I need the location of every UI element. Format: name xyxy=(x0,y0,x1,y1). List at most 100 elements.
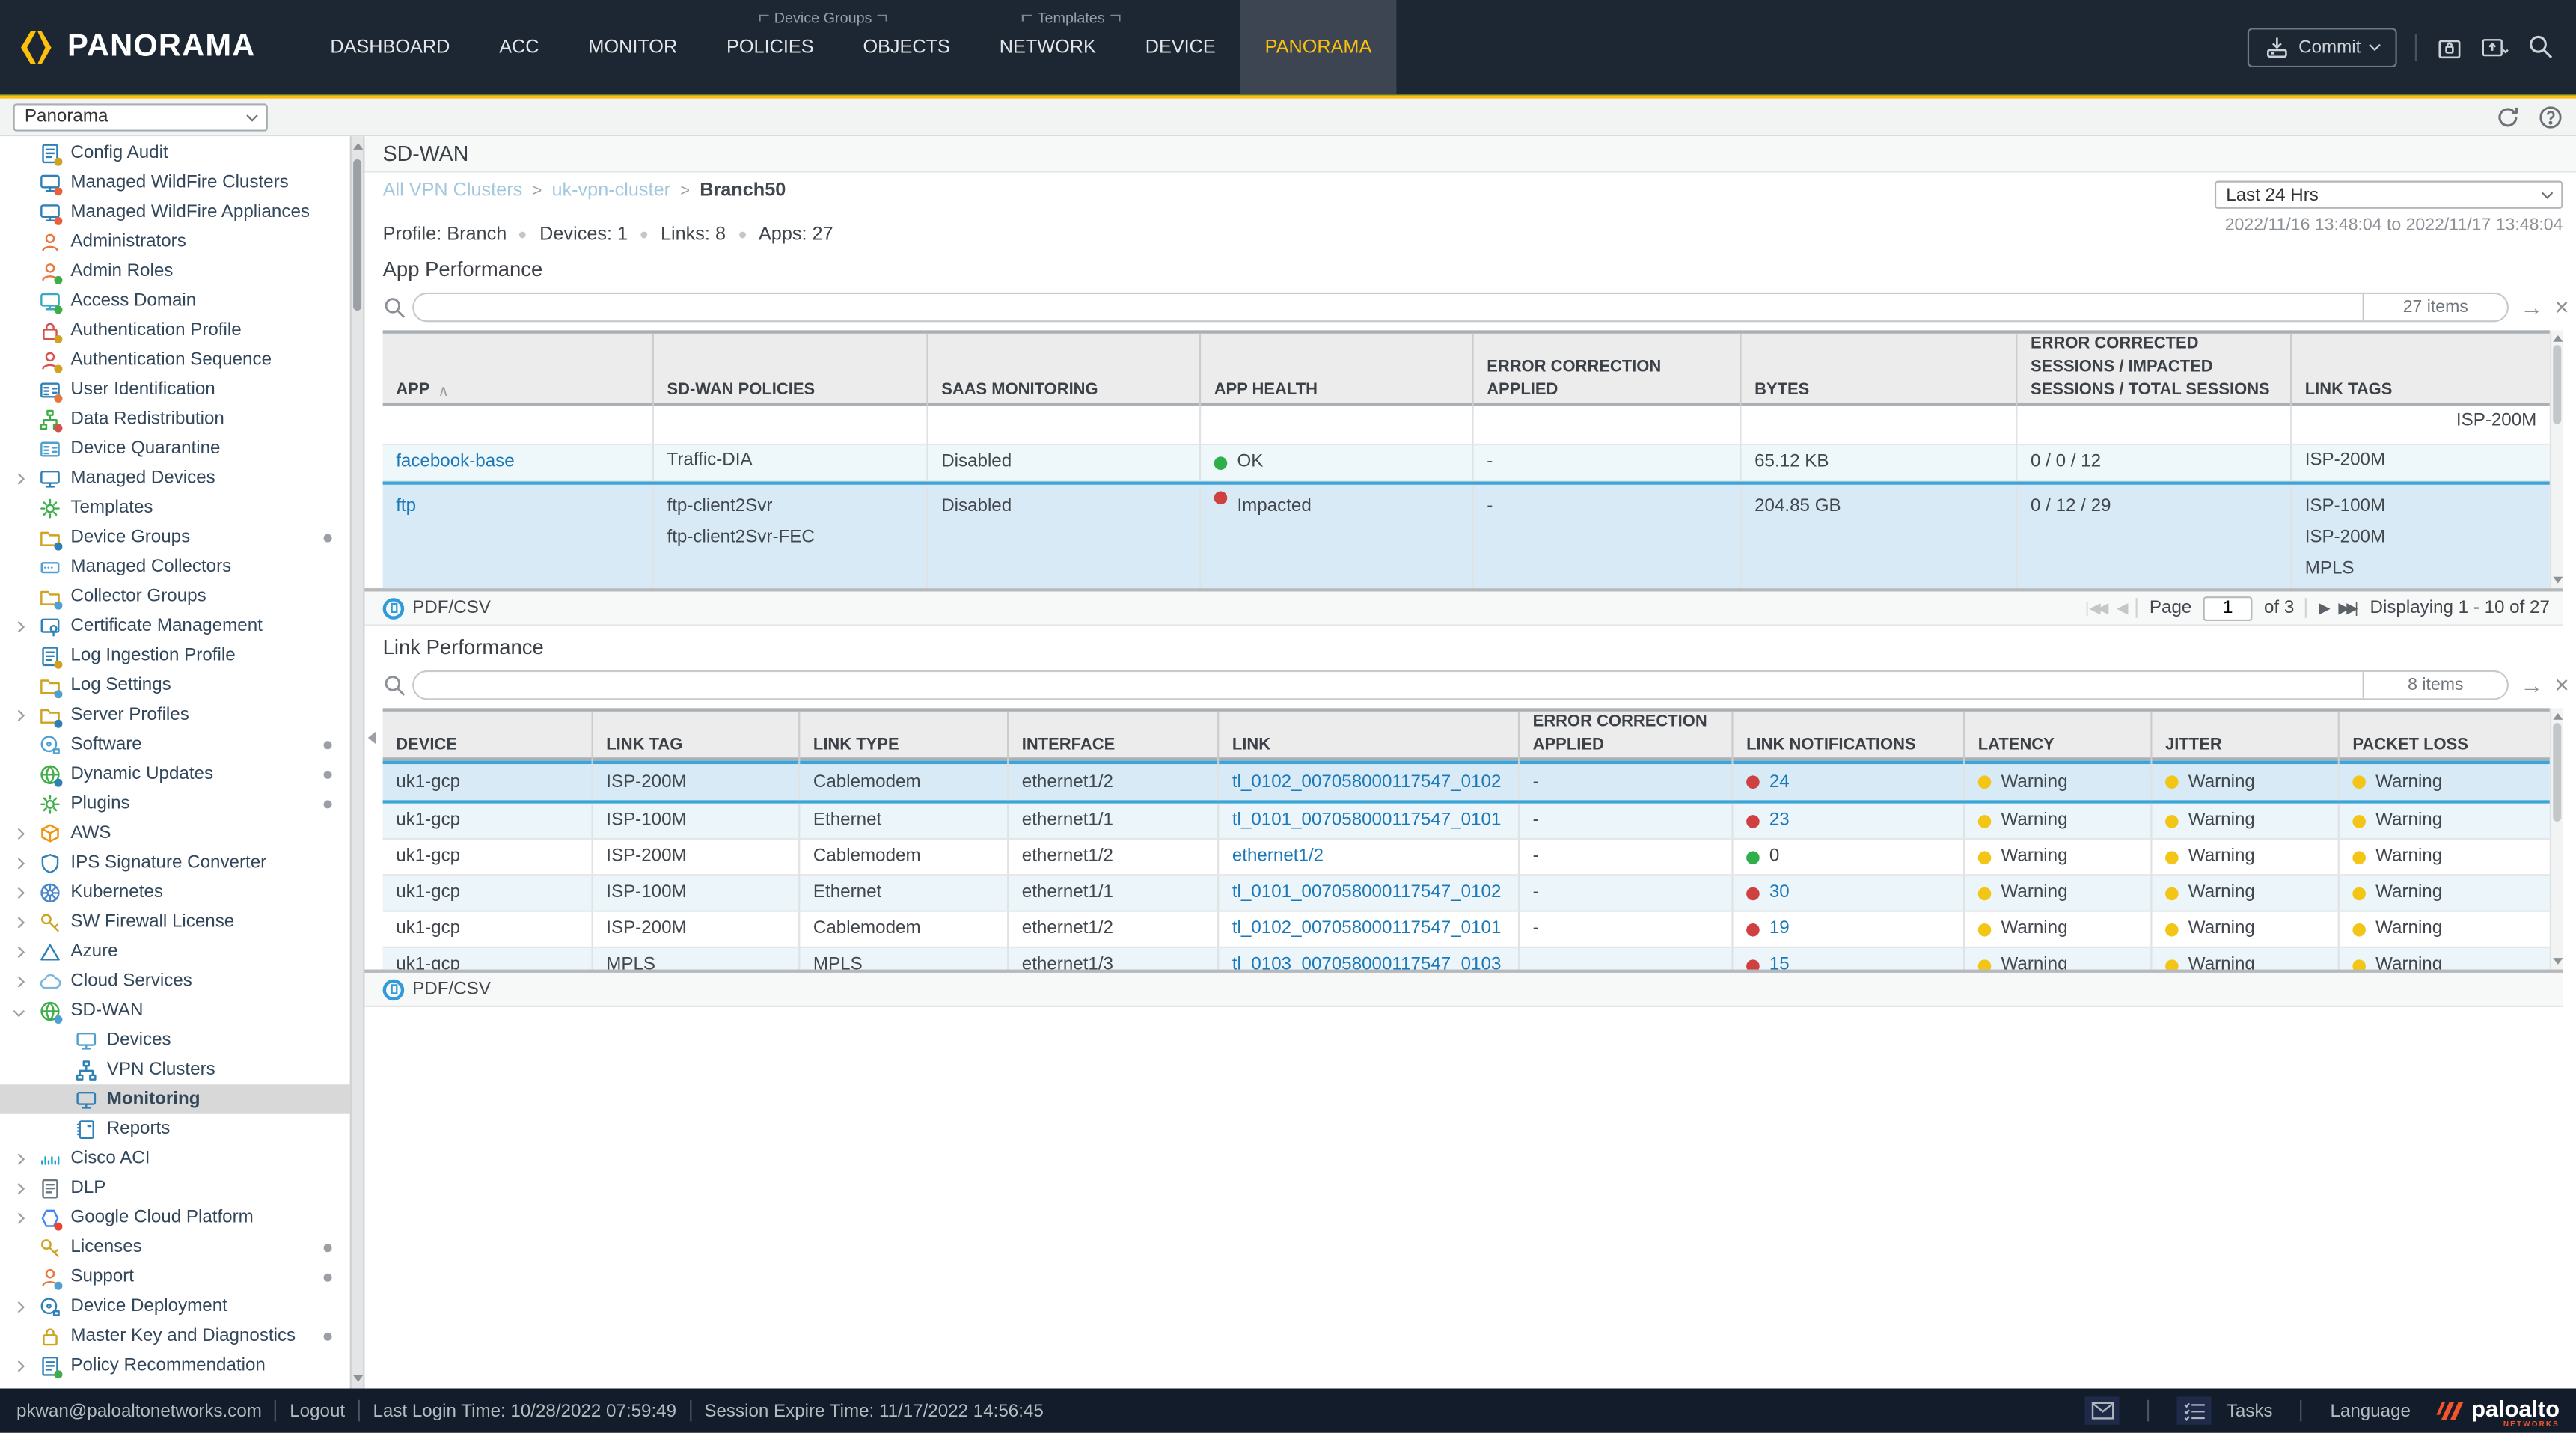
breadcrumb-uk-vpn-cluster[interactable]: uk-vpn-cluster xyxy=(551,181,670,201)
page-number-input[interactable] xyxy=(2203,596,2253,620)
sidebar-item-administrators[interactable]: Administrators xyxy=(0,227,350,257)
sidebar-item-reports[interactable]: Reports xyxy=(0,1114,350,1144)
apply-filter-icon[interactable]: → xyxy=(2520,296,2543,319)
sidebar-item-dynamic-updates[interactable]: Dynamic Updates xyxy=(0,759,350,789)
chevron-right-icon[interactable] xyxy=(13,709,25,721)
column-header-error-correction-applied[interactable]: ERROR CORRECTION APPLIED xyxy=(1520,712,1733,769)
sidebar-item-managed-devices[interactable]: Managed Devices xyxy=(0,463,350,493)
sidebar-item-collector-groups[interactable]: Collector Groups xyxy=(0,581,350,611)
column-header-link-notifications[interactable]: LINK NOTIFICATIONS xyxy=(1734,712,1965,769)
sidebar-item-vpn-clusters[interactable]: VPN Clusters xyxy=(0,1055,350,1085)
sidebar-item-managed-wildfire-clusters[interactable]: Managed WildFire Clusters xyxy=(0,168,350,198)
column-header-packet-loss[interactable]: PACKET LOSS xyxy=(2340,712,2550,769)
time-range-select[interactable]: Last 24 Hrs xyxy=(2215,181,2563,209)
column-header-link-tag[interactable]: LINK TAG xyxy=(593,712,801,769)
scrollbar-thumb[interactable] xyxy=(2553,345,2561,424)
link-link[interactable]: tl_0101_007058000117547_0101 xyxy=(1232,805,1502,837)
sidebar-item-master-key-and-diagnostics[interactable]: Master Key and Diagnostics xyxy=(0,1321,350,1351)
help-icon[interactable] xyxy=(2536,103,2563,129)
table-row[interactable]: ISP-200M xyxy=(383,406,2550,445)
sidebar-scrollbar[interactable] xyxy=(350,136,365,1388)
link-link[interactable]: ethernet1/2 xyxy=(1232,841,1324,873)
link-app[interactable]: ftp xyxy=(396,492,416,523)
prev-page-button[interactable]: ◀ xyxy=(2117,599,2125,617)
table-row[interactable]: ftpftp-client2Svrftp-client2Svr-FECDisab… xyxy=(383,481,2550,588)
chevron-right-icon[interactable] xyxy=(13,1360,25,1372)
apply-filter-icon[interactable]: → xyxy=(2520,673,2543,697)
chevron-right-icon[interactable] xyxy=(13,1301,25,1313)
column-header-app[interactable]: APP∧ xyxy=(383,334,654,415)
sidebar-item-managed-collectors[interactable]: Managed Collectors xyxy=(0,552,350,582)
sidebar-item-managed-wildfire-appliances[interactable]: Managed WildFire Appliances xyxy=(0,197,350,227)
sidebar-item-sd-wan[interactable]: SD-WAN xyxy=(0,996,350,1026)
sidebar-item-google-cloud-platform[interactable]: Google Cloud Platform xyxy=(0,1203,350,1232)
first-page-button[interactable]: |◀◀ xyxy=(2085,599,2105,617)
sidebar-item-log-settings[interactable]: Log Settings xyxy=(0,670,350,700)
chevron-right-icon[interactable] xyxy=(13,887,25,899)
link-search-input[interactable] xyxy=(414,673,2362,697)
link-pdf-csv-button[interactable]: PDF/CSV xyxy=(383,979,491,1000)
chevron-right-icon[interactable] xyxy=(13,1182,25,1194)
last-page-button[interactable]: ▶▶| xyxy=(2338,599,2358,617)
sidebar-item-licenses[interactable]: Licenses xyxy=(0,1232,350,1262)
sidebar-item-plugins[interactable]: Plugins xyxy=(0,789,350,819)
link-table-scrollbar[interactable] xyxy=(2550,708,2563,969)
messages-icon[interactable] xyxy=(2085,1396,2120,1424)
sidebar-item-access-domain[interactable]: Access Domain xyxy=(0,286,350,316)
sidebar-item-authentication-profile[interactable]: Authentication Profile xyxy=(0,316,350,346)
column-header-error-corrected-sessions-impacted-sessions-total-sessions[interactable]: ERROR CORRECTED SESSIONS / IMPACTED SESS… xyxy=(2017,334,2292,415)
column-header-link-type[interactable]: LINK TYPE xyxy=(800,712,1009,769)
table-row[interactable]: uk1-gcpISP-100MEthernetethernet1/1tl_010… xyxy=(383,804,2550,840)
language-link[interactable]: Language xyxy=(2330,1401,2410,1420)
sidebar-item-devices[interactable]: Devices xyxy=(0,1025,350,1055)
notification-count-link[interactable]: 15 xyxy=(1769,950,1790,969)
search-icon[interactable] xyxy=(2527,33,2554,61)
link-app[interactable]: facebook-base xyxy=(396,447,514,478)
chevron-right-icon[interactable] xyxy=(13,857,25,869)
commit-button[interactable]: Commit xyxy=(2248,27,2397,67)
sidebar-item-cloud-services[interactable]: Cloud Services xyxy=(0,966,350,996)
sidebar-item-aws[interactable]: AWS xyxy=(0,819,350,849)
link-link[interactable]: tl_0101_007058000117547_0102 xyxy=(1232,878,1502,909)
sidebar-item-device-groups[interactable]: Device Groups xyxy=(0,522,350,552)
sidebar-item-kubernetes[interactable]: Kubernetes xyxy=(0,878,350,908)
column-header-error-correction-applied[interactable]: ERROR CORRECTION APPLIED xyxy=(1474,334,1742,415)
sidebar-item-monitoring[interactable]: Monitoring xyxy=(0,1084,350,1114)
notification-count-link[interactable]: 19 xyxy=(1769,914,1790,945)
column-header-bytes[interactable]: BYTES xyxy=(1742,334,2018,415)
sidebar-item-dlp[interactable]: DLP xyxy=(0,1173,350,1203)
sidebar-item-ips-signature-converter[interactable]: IPS Signature Converter xyxy=(0,848,350,878)
sidebar-item-authentication-sequence[interactable]: Authentication Sequence xyxy=(0,345,350,375)
sidebar-item-user-identification[interactable]: User Identification xyxy=(0,375,350,405)
scroll-down-icon[interactable] xyxy=(353,1375,363,1382)
config-lock-icon[interactable] xyxy=(2435,33,2462,61)
nav-item-panorama[interactable]: PANORAMA xyxy=(1240,0,1397,94)
scroll-down-icon[interactable] xyxy=(2553,577,2563,584)
chevron-right-icon[interactable] xyxy=(13,916,25,928)
table-row[interactable]: uk1-gcpISP-200MCablemodemethernet1/2tl_0… xyxy=(383,761,2550,804)
sidebar-item-admin-roles[interactable]: Admin Roles xyxy=(0,257,350,287)
column-header-saas-monitoring[interactable]: SAAS MONITORING xyxy=(928,334,1202,415)
sidebar-item-certificate-management[interactable]: Certificate Management xyxy=(0,611,350,641)
nav-item-monitor[interactable]: MONITOR xyxy=(563,0,702,94)
sidebar-item-software[interactable]: Software xyxy=(0,730,350,760)
link-link[interactable]: tl_0102_007058000117547_0102 xyxy=(1232,766,1502,798)
scroll-up-icon[interactable] xyxy=(2553,713,2563,720)
chevron-right-icon[interactable] xyxy=(13,1152,25,1164)
table-row[interactable]: uk1-gcpISP-100MEthernetethernet1/1tl_010… xyxy=(383,876,2550,911)
sidebar-item-log-ingestion-profile[interactable]: Log Ingestion Profile xyxy=(0,641,350,670)
link-link[interactable]: tl_0103_007058000117547_0103 xyxy=(1232,950,1502,969)
collapse-panel-icon[interactable] xyxy=(368,731,376,745)
save-config-icon[interactable] xyxy=(2481,33,2509,61)
scrollbar-thumb[interactable] xyxy=(353,159,361,311)
next-page-button[interactable]: ▶ xyxy=(2319,599,2327,617)
column-header-device[interactable]: DEVICE xyxy=(383,712,593,769)
scroll-up-icon[interactable] xyxy=(353,143,363,150)
context-select[interactable]: Panorama xyxy=(13,103,268,130)
column-header-latency[interactable]: LATENCY xyxy=(1965,712,2152,769)
sidebar-item-support[interactable]: Support xyxy=(0,1262,350,1292)
chevron-right-icon[interactable] xyxy=(13,1212,25,1223)
column-header-app-health[interactable]: APP HEALTH xyxy=(1201,334,1474,415)
clear-filter-icon[interactable]: × xyxy=(2554,673,2569,697)
sidebar-item-config-audit[interactable]: Config Audit xyxy=(0,138,350,168)
